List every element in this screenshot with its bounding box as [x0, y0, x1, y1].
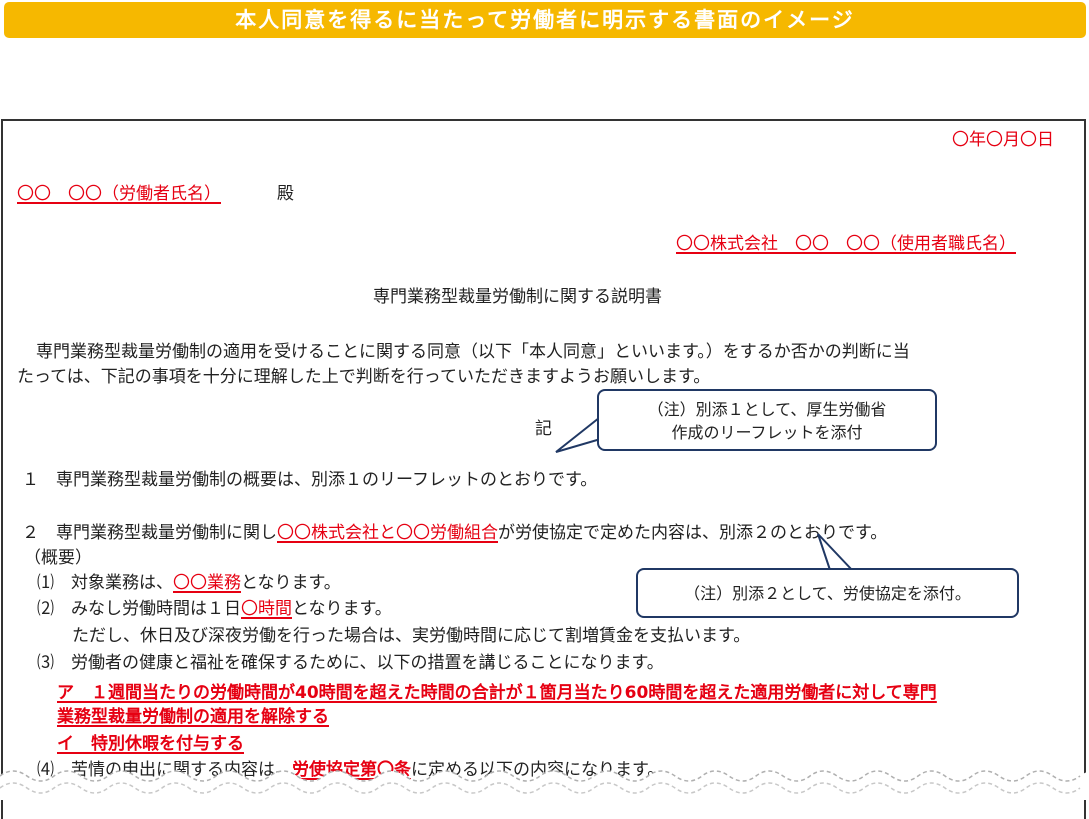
- addressee-name: 〇〇 〇〇（労働者氏名）: [17, 184, 221, 204]
- honorific: 殿: [277, 184, 294, 204]
- target-work: 〇〇業務: [173, 573, 241, 593]
- intro-line-2: たっては、下記の事項を十分に理解した上で判断を行っていただきますようお願いします…: [17, 367, 711, 387]
- callout-note-1-line-1: （注）別添１として、厚生労働省: [647, 400, 887, 419]
- sub-item-2-post: となります。: [292, 599, 392, 619]
- intro-line-1: 専門業務型裁量労働制の適用を受けることに関する同意（以下「本人同意」といいます。…: [36, 342, 910, 362]
- document-date: 〇年〇月〇日: [952, 130, 1054, 150]
- document-title: 専門業務型裁量労働制に関する説明書: [373, 287, 662, 307]
- sub-item-2-note: ただし、休日及び深夜労働を行った場合は、実労働時間に応じて割増賃金を支払います。: [72, 626, 751, 646]
- page-banner: 本人同意を得るに当たって労働者に明示する書面のイメージ: [4, 2, 1086, 38]
- sub-item-2: ⑵ みなし労働時間は１日〇時間となります。: [37, 597, 392, 621]
- callout-note-1: （注）別添１として、厚生労働省 作成のリーフレットを添付: [597, 389, 937, 451]
- sub-item-1-post: となります。: [241, 573, 341, 593]
- overview-label: （概要）: [24, 548, 92, 568]
- sub-item-1: ⑴ 対象業務は、〇〇業務となります。: [37, 571, 341, 595]
- callout-note-2: （注）別添２として、労使協定を添付。: [636, 568, 1019, 618]
- deemed-hours: 〇時間: [241, 599, 292, 619]
- measure-b: イ 特別休暇を付与する: [57, 734, 244, 754]
- sub-item-1-pre: ⑴ 対象業務は、: [37, 573, 173, 593]
- item-2-parties: 〇〇株式会社と〇〇労働組合: [277, 523, 498, 543]
- torn-edge-decoration: [0, 770, 1089, 800]
- sub-item-2-pre: ⑵ みなし労働時間は１日: [37, 599, 241, 619]
- callout-note-2-text: （注）別添２として、労使協定を添付。: [684, 584, 971, 603]
- sender-name: 〇〇株式会社 〇〇 〇〇（使用者職氏名）: [676, 234, 1016, 254]
- measure-a-line-1: ア １週間当たりの労働時間が40時間を超えた時間の合計が１箇月当たり60時間を超…: [57, 683, 937, 703]
- item-2-text-pre: ２ 専門業務型裁量労働制に関し: [22, 523, 277, 543]
- callout-note-1-line-2: 作成のリーフレットを添付: [671, 423, 863, 442]
- sub-item-3: ⑶ 労働者の健康と福祉を確保するために、以下の措置を講じることになります。: [37, 653, 664, 673]
- item-2: ２ 専門業務型裁量労働制に関し〇〇株式会社と〇〇労働組合が労使協定で定めた内容は…: [22, 521, 887, 545]
- item-1: １ 専門業務型裁量労働制の概要は、別添１のリーフレットのとおりです。: [22, 470, 598, 490]
- measure-a-line-2: 業務型裁量労働制の適用を解除する: [57, 707, 329, 727]
